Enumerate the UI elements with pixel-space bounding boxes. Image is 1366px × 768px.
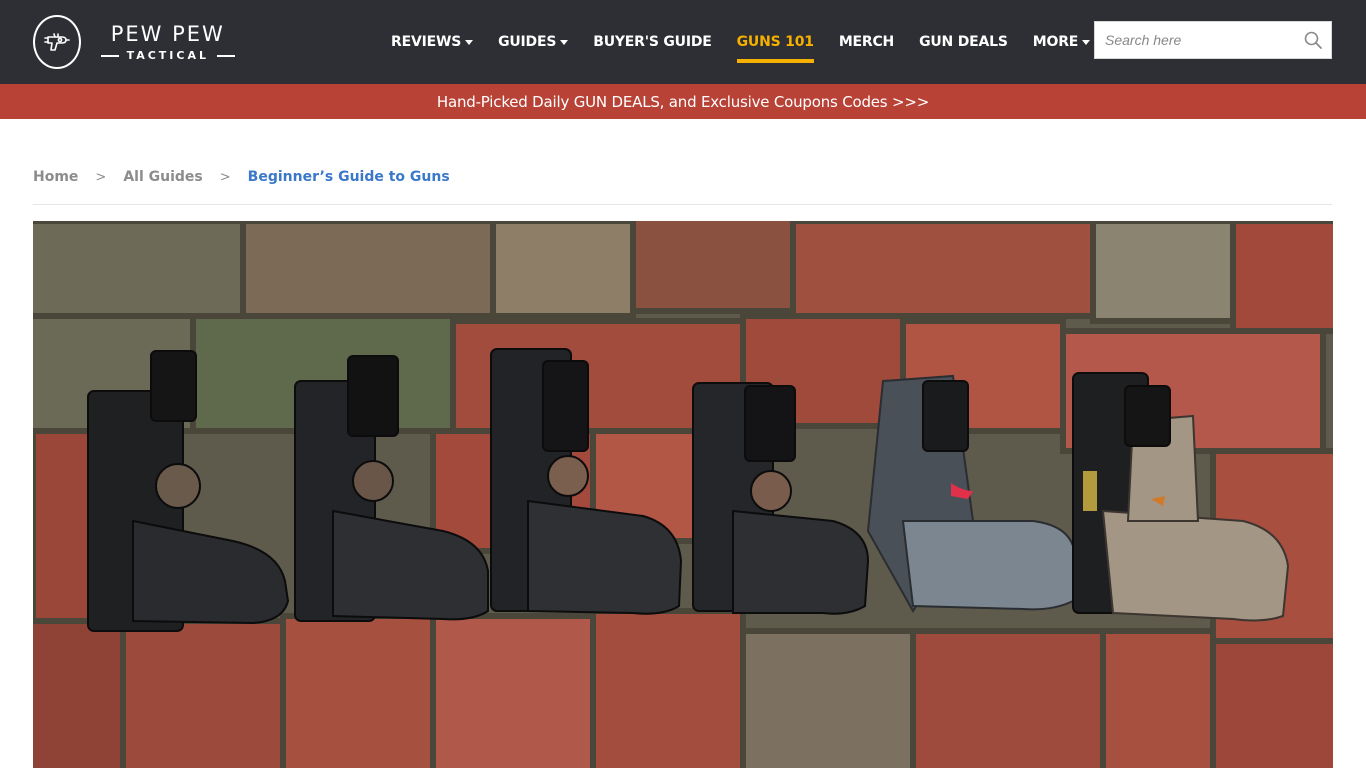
site-header: PEW PEW TACTICAL REVIEWS GUIDES BUYER'S … [0, 0, 1366, 84]
nav-guides-label: GUIDES [498, 34, 557, 50]
nav-gun-deals-label: GUN DEALS [919, 34, 1008, 50]
breadcrumb-separator: > [95, 169, 107, 185]
promo-link[interactable]: Hand-Picked Daily GUN DEALS, and Exclusi… [437, 93, 929, 111]
logo-dash-left [100, 54, 119, 57]
nav-reviews-label: REVIEWS [391, 34, 462, 50]
logo-title: PEW PEW [110, 22, 225, 46]
nav-buyers-guide[interactable]: BUYER'S GUIDE [593, 0, 712, 84]
chevron-down-icon [1082, 40, 1091, 45]
nav-guns-101[interactable]: GUNS 101 [736, 0, 814, 84]
pistols-on-brick-illustration [33, 221, 1333, 768]
nav-guns-101-label: GUNS 101 [736, 34, 814, 50]
nav-reviews[interactable]: REVIEWS [391, 0, 474, 84]
breadcrumb-all-guides[interactable]: All Guides [123, 169, 202, 185]
logo-dash-right [217, 54, 235, 57]
chevron-down-icon [465, 40, 474, 45]
chevron-down-icon [560, 40, 569, 45]
nav-buyers-guide-label: BUYER'S GUIDE [593, 34, 712, 50]
breadcrumb-home[interactable]: Home [33, 169, 78, 185]
nav-merch-label: MERCH [838, 34, 895, 50]
breadcrumb-separator: > [219, 169, 231, 185]
logo-subtitle-row: TACTICAL [93, 49, 243, 62]
promo-bar: Hand-Picked Daily GUN DEALS, and Exclusi… [0, 84, 1366, 119]
nav-merch[interactable]: MERCH [839, 0, 894, 84]
raygun-icon [33, 15, 81, 69]
breadcrumb-divider [33, 204, 1332, 205]
site-logo[interactable]: PEW PEW TACTICAL [33, 15, 243, 69]
nav-more[interactable]: MORE [1032, 0, 1091, 84]
search-input[interactable] [1095, 22, 1295, 58]
search-form [1094, 21, 1332, 59]
breadcrumb: Home > All Guides > Beginner’s Guide to … [33, 166, 450, 188]
nav-gun-deals[interactable]: GUN DEALS [919, 0, 1008, 84]
breadcrumb-current: Beginner’s Guide to Guns [247, 169, 450, 185]
nav-more-label: MORE [1032, 34, 1079, 50]
search-icon[interactable] [1295, 22, 1331, 58]
main-nav: REVIEWS GUIDES BUYER'S GUIDE GUNS 101 ME… [391, 0, 1091, 84]
hero-image [33, 221, 1333, 768]
logo-text: PEW PEW TACTICAL [93, 22, 243, 62]
nav-guides[interactable]: GUIDES [498, 0, 569, 84]
logo-subtitle: TACTICAL [126, 49, 209, 62]
